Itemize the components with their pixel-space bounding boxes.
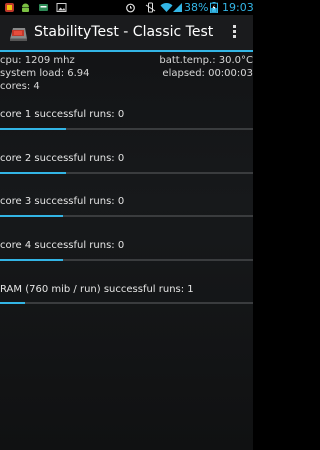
battery-temperature: batt.temp.: 30.0°C [159, 55, 253, 66]
core-2-label: core 2 successful runs: 0 [0, 153, 125, 164]
clock: 19:03 [222, 1, 253, 14]
stability-test-screen: 38% 19:03 StabilityTest - Classic Test c… [0, 0, 253, 450]
ram-test-label: RAM (760 mib / run) successful runs: 1 [0, 284, 194, 295]
system-load: system load: 6.94 [0, 68, 90, 79]
core-3-progress-bar [0, 215, 253, 217]
core-3-progress-fill [0, 215, 64, 217]
android-notification-icon [22, 3, 29, 12]
image-icon [56, 3, 67, 12]
elapsed-time: elapsed: 00:00:03 [162, 68, 253, 79]
action-bar: StabilityTest - Classic Test [0, 15, 253, 50]
signal-icon [173, 3, 182, 12]
core-3-label: core 3 successful runs: 0 [0, 196, 125, 207]
overflow-menu-icon[interactable] [229, 24, 239, 42]
core-count: cores: 4 [0, 81, 40, 92]
app-title: StabilityTest - Classic Test [34, 24, 214, 40]
action-bar-divider [0, 50, 253, 52]
core-1-progress-fill [0, 128, 66, 130]
core-1-progress-bar [0, 128, 253, 130]
card-icon [39, 4, 48, 11]
ram-test-progress-bar [0, 302, 253, 304]
battery-charging-icon [210, 2, 218, 13]
status-bar: 38% 19:03 [0, 0, 253, 15]
core-1-label: core 1 successful runs: 0 [0, 109, 125, 120]
core-2-progress-fill [0, 172, 66, 174]
cpu-frequency: cpu: 1209 mhz [0, 55, 75, 66]
app-notification-icon [5, 3, 14, 12]
core-4-label: core 4 successful runs: 0 [0, 240, 125, 251]
core-4-progress-bar [0, 259, 253, 261]
core-2-progress-bar [0, 172, 253, 174]
core-4-progress-fill [0, 259, 64, 261]
ram-test-progress-fill [0, 302, 26, 304]
battery-percent: 38% [184, 1, 209, 14]
stabilitytest-app-icon[interactable] [8, 23, 28, 43]
alarm-icon [126, 3, 135, 13]
vibrate-icon [145, 2, 156, 13]
